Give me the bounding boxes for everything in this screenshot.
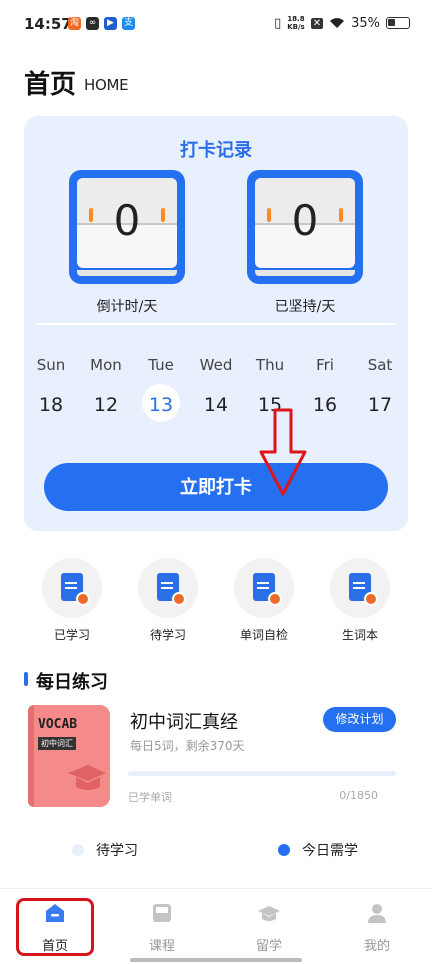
- course-icon: [153, 904, 171, 922]
- learning-progress-bar: [128, 771, 396, 776]
- quick-action-label: 单词自检: [239, 628, 288, 642]
- section-marker: [24, 672, 28, 686]
- card-divider: [36, 323, 396, 325]
- sim-off-icon: ✕: [310, 17, 324, 29]
- net-speed-unit: KB/s: [287, 23, 305, 31]
- wifi-icon: [330, 18, 345, 28]
- user-icon: [368, 904, 386, 923]
- weekday-label: Tue: [148, 356, 174, 374]
- nav-label: 课程: [148, 939, 175, 954]
- battery-icon: [386, 17, 410, 29]
- battery-percent: 35%: [351, 15, 380, 31]
- date-cell[interactable]: 14: [188, 394, 244, 416]
- book-cover-title: VOCAB: [38, 717, 78, 732]
- weekday-label: Fri: [316, 356, 334, 374]
- quick-action-learned[interactable]: 已学习: [36, 558, 108, 643]
- status-bar: 14:57 淘 ∞ ▶ 支 ▯ 18.8 KB/s ✕ 35%: [0, 0, 432, 52]
- net-speed-value: 18.8: [287, 15, 305, 23]
- graduation-cap-icon: [68, 765, 106, 790]
- date-cell[interactable]: 12: [78, 394, 134, 416]
- legend-dot: [278, 844, 290, 856]
- quick-action-self-check[interactable]: 单词自检: [228, 558, 300, 643]
- streak-label: 已坚持/天: [274, 299, 336, 315]
- quick-action-label: 待学习: [149, 628, 186, 642]
- status-time: 14:57: [24, 15, 72, 33]
- app-notification-icon: ▶: [104, 17, 117, 30]
- legend-label: 今日需学: [302, 843, 358, 859]
- weekday-label: Sun: [36, 356, 66, 374]
- checkin-title: 打卡记录: [180, 140, 252, 161]
- net-speed: 18.8 KB/s: [287, 15, 304, 31]
- legend-dot: [72, 844, 84, 856]
- nav-label: 我的: [363, 939, 390, 954]
- learned-count: 0/1850: [339, 789, 378, 802]
- quick-action-label: 已学习: [53, 628, 90, 642]
- legend-label: 待学习: [96, 843, 138, 859]
- book-cover[interactable]: VOCAB 初中词汇: [28, 705, 110, 807]
- legend-today: 今日需学: [278, 840, 358, 860]
- page-title: 首页: [24, 70, 77, 100]
- quick-action-vocab-book[interactable]: 生词本: [324, 558, 396, 643]
- quick-action-pending[interactable]: 待学习: [132, 558, 204, 643]
- learned-label: 已学单词: [128, 791, 172, 804]
- app-notification-icon: ∞: [86, 17, 99, 30]
- quick-action-label: 生词本: [341, 628, 378, 642]
- nav-label: 留学: [255, 939, 282, 954]
- book-cover-tag: 初中词汇: [38, 737, 76, 750]
- nav-item-profile[interactable]: 我的: [337, 901, 417, 954]
- date-cell-today[interactable]: 13: [133, 394, 189, 416]
- graduation-cap-icon: [258, 906, 280, 921]
- nav-item-course[interactable]: 课程: [122, 901, 202, 954]
- annotation-highlight-box: [16, 898, 94, 956]
- weekday-label: Thu: [255, 356, 285, 374]
- weekday-label: Mon: [90, 356, 122, 374]
- app-notification-icon: 淘: [68, 17, 81, 30]
- weekday-label: Sat: [367, 356, 393, 374]
- vibrate-icon: ▯: [274, 15, 282, 31]
- countdown-label: 倒计时/天: [96, 299, 158, 315]
- streak-flip-card: 0: [247, 170, 363, 284]
- course-name[interactable]: 初中词汇真经: [130, 708, 238, 734]
- date-cell[interactable]: 17: [352, 394, 408, 416]
- alipay-icon: 支: [122, 17, 135, 30]
- gesture-home-indicator[interactable]: [130, 958, 302, 962]
- section-title: 每日练习: [36, 672, 108, 693]
- annotation-arrow: [259, 408, 307, 496]
- checkin-card: 打卡记录 0 倒计时/天 0 已坚持/天 Sun Mon Tue Wed Thu…: [24, 116, 408, 531]
- date-cell[interactable]: 18: [23, 394, 79, 416]
- legend-pending: 待学习: [72, 840, 138, 860]
- status-icons: ▯ 18.8 KB/s ✕ 35%: [274, 15, 410, 31]
- countdown-flip-card: 0: [69, 170, 185, 284]
- page-subtitle: HOME: [84, 76, 129, 94]
- checkin-button[interactable]: 立即打卡: [44, 463, 388, 511]
- weekday-label: Wed: [199, 356, 233, 374]
- edit-plan-button[interactable]: 修改计划: [323, 707, 396, 732]
- course-plan-info: 每日5词，剩余370天: [130, 739, 245, 753]
- nav-item-study-abroad[interactable]: 留学: [229, 901, 309, 954]
